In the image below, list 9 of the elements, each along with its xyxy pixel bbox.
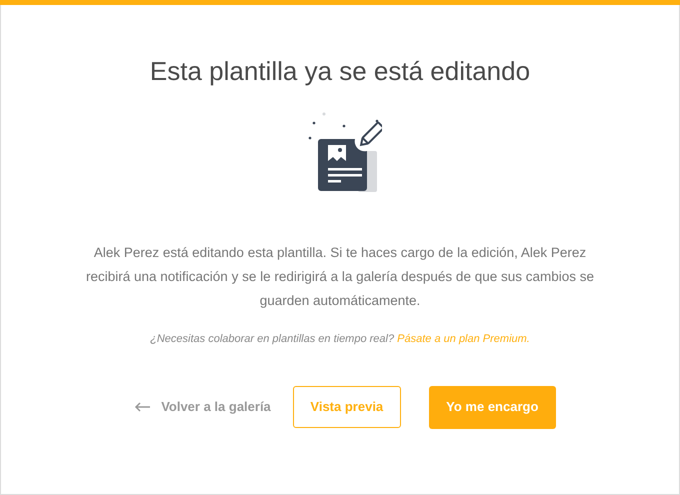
upgrade-link[interactable]: Pásate a un plan Premium. [397,333,530,345]
dialog-title: Esta plantilla ya se está editando [150,55,530,88]
take-over-button[interactable]: Yo me encargo [428,386,556,428]
dialog-message: Alek Perez está editando esta plantilla. Si te haces cargo de la edición, Alek Perez recibirá una notificación y se le redirigirá a la galería después de que sus cambios se guarden automáticamente. [84,244,596,310]
arrow-left-icon [134,402,152,412]
edit-document-icon [308,111,382,193]
preview-button[interactable]: Vista previa [292,386,401,428]
upsell-text: ¿Necesitas colaborar en plantillas en tiempo real? Pásate a un plan Premium. [150,332,530,347]
back-link[interactable]: Volver a la galería [134,397,271,417]
